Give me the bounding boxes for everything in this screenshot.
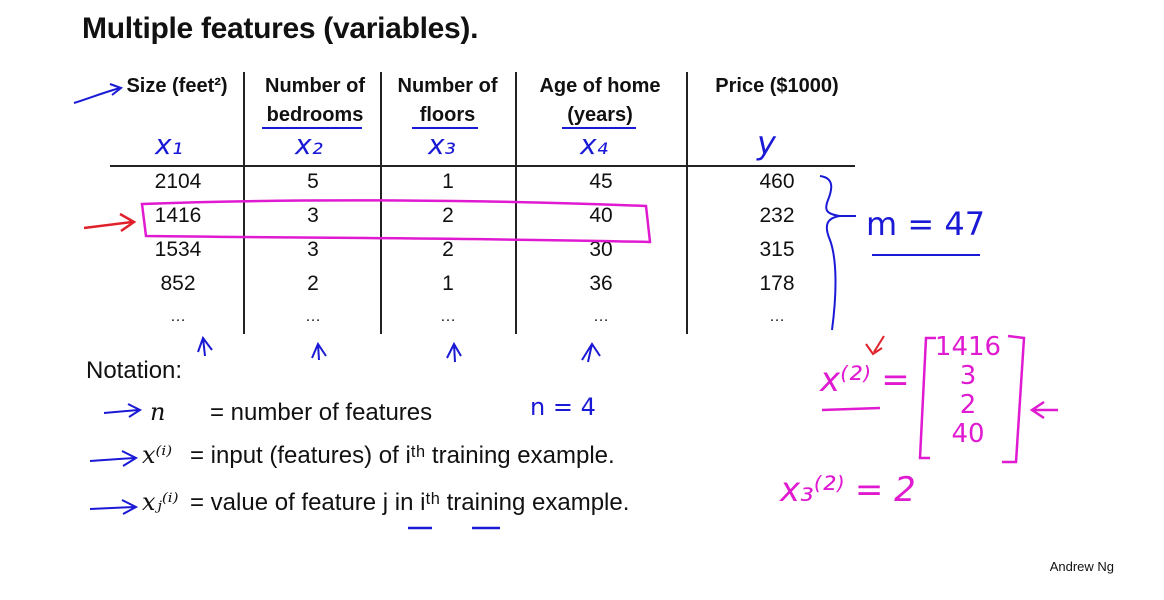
- magenta-arrow-icon: [1029, 400, 1058, 420]
- author-signature: Andrew Ng: [1049, 559, 1114, 574]
- up-arrow-icon: [311, 341, 327, 361]
- arrow-icon: [73, 87, 121, 104]
- up-arrow-icon: [446, 341, 462, 363]
- underline: [821, 406, 881, 412]
- arrow-icon: [89, 450, 139, 467]
- up-arrow-icon: [581, 342, 601, 363]
- bracket-icon: [918, 336, 936, 460]
- row-highlight-box: [140, 199, 652, 244]
- arrow-icon: [89, 499, 139, 515]
- brace-icon: [819, 175, 841, 331]
- ink-annotations: [73, 83, 1058, 530]
- arrow-icon: [103, 403, 143, 418]
- bracket-icon: [1002, 334, 1026, 464]
- red-arrow-icon: [865, 335, 885, 356]
- up-arrow-icon: [197, 335, 213, 357]
